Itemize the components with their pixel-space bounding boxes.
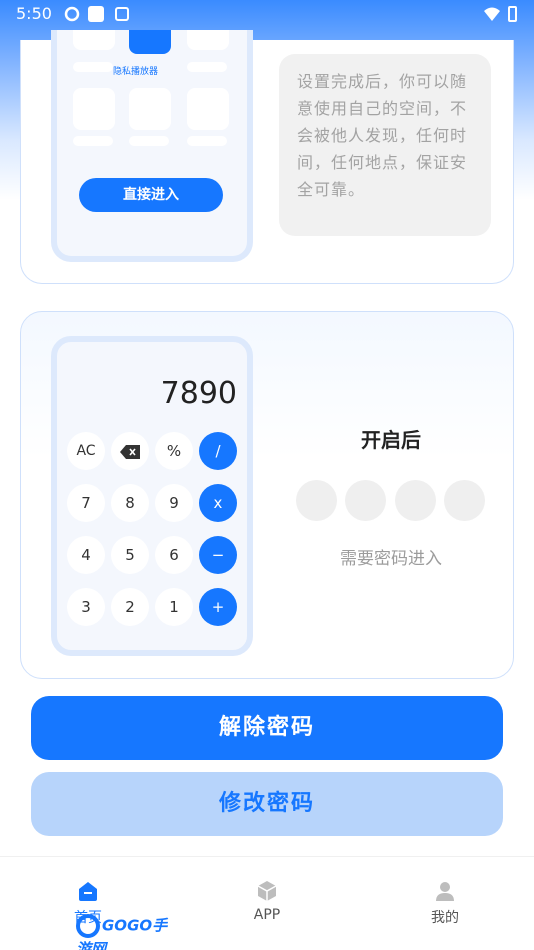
user-icon (436, 882, 454, 901)
status-time: 5:50 (16, 4, 52, 23)
key-plus[interactable]: + (199, 588, 237, 626)
key-2[interactable]: 2 (111, 588, 149, 626)
key-multiply[interactable]: x (199, 484, 237, 522)
key-minus[interactable]: − (199, 536, 237, 574)
password-required-text: 需要密码进入 (340, 549, 442, 569)
calculator-display: 7890 (160, 376, 237, 411)
settings-icon (64, 6, 80, 22)
key-8[interactable]: 8 (111, 484, 149, 522)
key-divide[interactable]: / (199, 432, 237, 470)
tile-label-bar (187, 62, 227, 72)
status-bar: 5:50 (0, 0, 534, 28)
app-tile (187, 30, 229, 50)
key-percent[interactable]: % (155, 432, 193, 470)
calculator-preview: 7890 AC % / 7 8 9 x 4 5 6 − 3 2 1 + (51, 336, 253, 656)
key-7[interactable]: 7 (67, 484, 105, 522)
pin-dot (296, 480, 337, 521)
key-1[interactable]: 1 (155, 588, 193, 626)
home-icon (79, 882, 97, 901)
tile-label-bar (187, 136, 227, 146)
backspace-key[interactable] (111, 432, 149, 470)
privacy-player-label: 隐私播放器 (113, 67, 159, 77)
wifi-icon (484, 7, 500, 21)
setup-description: 设置完成后，你可以随意使用自己的空间，不会被他人发现，任何时间，任何地点，保证安… (279, 54, 491, 236)
app-notification-icon (115, 7, 129, 21)
watermark-logo: GOGO手游网 (76, 914, 182, 950)
app-tile (73, 30, 115, 50)
after-enable-title: 开启后 (361, 428, 421, 452)
cube-icon (257, 881, 277, 901)
pin-dot (345, 480, 386, 521)
tab-mine-label: 我的 (431, 910, 459, 926)
app-tile (73, 88, 115, 130)
tab-mine[interactable]: 我的 (395, 879, 495, 927)
pin-dot (444, 480, 485, 521)
tile-label-bar (73, 62, 113, 72)
pin-dot (395, 480, 436, 521)
tile-label-bar (129, 136, 169, 146)
phone-preview: 隐私播放器 直接进入 (51, 30, 253, 262)
key-6[interactable]: 6 (155, 536, 193, 574)
key-3[interactable]: 3 (67, 588, 105, 626)
tab-app[interactable]: APP (217, 879, 317, 923)
key-4[interactable]: 4 (67, 536, 105, 574)
notification-icon (88, 6, 104, 22)
key-5[interactable]: 5 (111, 536, 149, 574)
key-9[interactable]: 9 (155, 484, 193, 522)
privacy-player-tile (129, 30, 171, 54)
setup-info-card: 隐私播放器 直接进入 设置完成后，你可以随意使用自己的空间，不会被他人发现，任何… (20, 30, 514, 284)
enter-directly-button[interactable]: 直接进入 (79, 178, 223, 212)
tab-app-label: APP (253, 907, 281, 923)
app-tile (187, 88, 229, 130)
remove-password-button[interactable]: 解除密码 (31, 696, 503, 760)
calculator-lock-card: 7890 AC % / 7 8 9 x 4 5 6 − 3 2 1 + 开启后 … (20, 311, 514, 679)
backspace-icon (120, 444, 140, 459)
key-ac[interactable]: AC (67, 432, 105, 470)
app-tile (129, 88, 171, 130)
battery-icon (508, 6, 517, 22)
tile-label-bar (73, 136, 113, 146)
watermark-icon (76, 914, 100, 938)
change-password-button[interactable]: 修改密码 (31, 772, 503, 836)
